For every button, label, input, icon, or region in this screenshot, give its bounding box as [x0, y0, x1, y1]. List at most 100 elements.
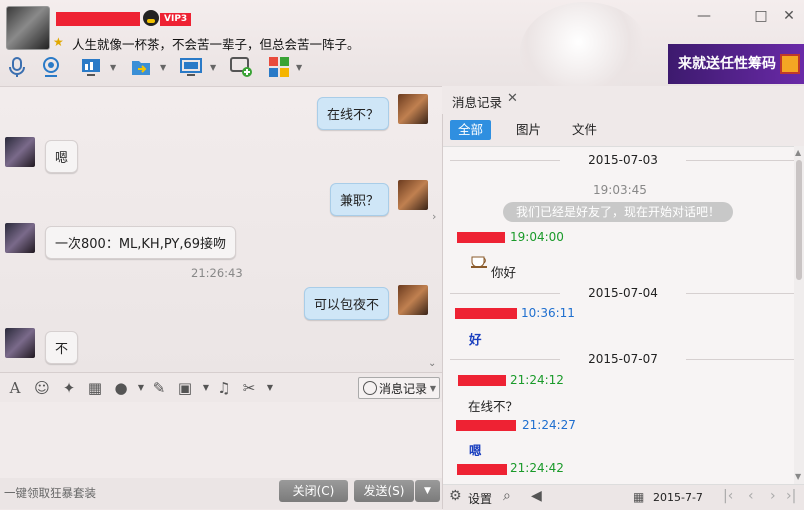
tea-cup-icon: [471, 256, 487, 268]
my-avatar[interactable]: [398, 180, 428, 210]
music-icon[interactable]: ♫: [215, 379, 233, 397]
star-icon: ★: [53, 35, 64, 49]
chevron-down-icon[interactable]: ▼: [197, 379, 215, 397]
history-message[interactable]: 好: [469, 329, 482, 348]
history-timestamp: 21:24:27: [522, 418, 576, 432]
date-label: 2015-07-07: [588, 352, 658, 366]
message-timestamp: 21:26:43: [191, 266, 243, 280]
edit-icon[interactable]: ✎: [150, 379, 168, 397]
filter-all[interactable]: 全部: [450, 120, 492, 140]
history-timestamp: 21:24:42: [510, 461, 564, 475]
tab-message-history[interactable]: 消息记录: [452, 92, 502, 111]
history-timestamp: 19:04:00: [510, 230, 564, 244]
sender-name-redacted: [456, 420, 516, 431]
contact-name-redacted[interactable]: [56, 12, 140, 26]
system-message: 我们已经是好友了，现在开始对话吧！: [503, 202, 733, 222]
send-file-icon[interactable]: [130, 56, 152, 78]
scroll-up-icon[interactable]: ▲: [795, 148, 801, 157]
input-toolbar: A ☺ ✦ ▦ ● ▼ ✎ ▣ ▼ ♫ ✂ ▼ 消息记录 ▼: [0, 372, 442, 403]
date-label: 2015-07-04: [588, 286, 658, 300]
chevron-down-icon: ▼: [429, 384, 436, 393]
history-date-separator: 2015-07-07: [450, 352, 796, 366]
chevron-down-icon[interactable]: ▼: [296, 63, 302, 72]
message-history-button[interactable]: 消息记录 ▼: [358, 377, 440, 399]
filter-files[interactable]: 文件: [564, 120, 605, 140]
message-bubble-incoming[interactable]: 嗯: [45, 140, 79, 173]
maximize-button[interactable]: □: [750, 6, 772, 26]
sender-name-redacted: [458, 375, 506, 386]
sender-name-redacted: [457, 464, 507, 475]
search-icon[interactable]: ⌕: [503, 488, 511, 504]
close-button[interactable]: 关闭(C): [279, 480, 348, 502]
video-call-icon[interactable]: [40, 56, 62, 78]
message-bubble-incoming[interactable]: 不: [45, 331, 79, 364]
message-history-label: 消息记录: [379, 382, 428, 396]
screen-share-icon[interactable]: [180, 56, 202, 78]
chat-message-area[interactable]: 在线不？ 嗯 兼职？ 一次800：ML,KH,PY,69接吻 21:26:43 …: [0, 86, 442, 373]
history-message[interactable]: 嗯: [469, 440, 482, 459]
filter-images[interactable]: 图片: [508, 120, 549, 140]
apps-grid-icon[interactable]: [268, 56, 290, 78]
last-page-icon[interactable]: ›|: [786, 488, 796, 504]
minimize-button[interactable]: —: [693, 6, 715, 26]
sender-name-redacted: [457, 232, 505, 243]
promo-banner[interactable]: 来就送任性筹码: [668, 44, 804, 84]
scroll-down-icon[interactable]: ▼: [795, 472, 801, 481]
history-filter-bar: [443, 114, 804, 147]
chevron-down-icon[interactable]: ▼: [261, 379, 279, 397]
send-options-dropdown[interactable]: ▼: [415, 480, 440, 502]
scissors-icon[interactable]: ✂: [240, 379, 258, 397]
history-date-picker[interactable]: 2015-7-7: [653, 491, 703, 504]
calendar-icon[interactable]: ▦: [633, 490, 644, 504]
contact-avatar-small[interactable]: [5, 223, 35, 253]
history-timestamp: 19:03:45: [593, 183, 647, 197]
speaker-icon[interactable]: ◀: [531, 488, 542, 504]
chevron-down-icon[interactable]: ▼: [110, 63, 116, 72]
my-avatar[interactable]: [398, 285, 428, 315]
chevron-down-icon[interactable]: ▼: [160, 63, 166, 72]
history-date-separator: 2015-07-03: [450, 153, 796, 167]
scrollbar-thumb[interactable]: [796, 160, 802, 280]
promo-hint-link[interactable]: 一键领取狂暴套装: [4, 485, 96, 501]
chevron-down-icon[interactable]: ▼: [210, 63, 216, 72]
message-bubble-outgoing[interactable]: 在线不？: [316, 97, 389, 130]
gift-icon: [780, 54, 800, 74]
clock-icon: [363, 381, 377, 395]
message-bubble-outgoing[interactable]: 可以包夜不: [303, 287, 389, 320]
history-message[interactable]: 你好: [491, 262, 516, 281]
close-tab-icon[interactable]: ✕: [507, 91, 518, 106]
promo-text: 来就送任性筹码: [678, 56, 776, 72]
my-avatar[interactable]: [398, 94, 428, 124]
remote-desktop-icon[interactable]: [80, 56, 102, 78]
video-clip-icon[interactable]: ▦: [86, 379, 104, 397]
message-bubble-incoming[interactable]: 一次800：ML,KH,PY,69接吻: [45, 226, 237, 259]
send-button[interactable]: 发送(S): [354, 480, 414, 502]
vip-badge[interactable]: VIP3: [160, 13, 192, 26]
message-bubble-outgoing[interactable]: 兼职？: [329, 183, 389, 216]
date-label: 2015-07-03: [588, 153, 658, 167]
first-page-icon[interactable]: |‹: [723, 488, 733, 504]
emoji-icon[interactable]: ☺: [33, 379, 51, 397]
microphone-icon[interactable]: ●: [112, 379, 130, 397]
next-page-icon[interactable]: ›: [770, 488, 776, 504]
contact-avatar[interactable]: [6, 6, 50, 50]
history-message[interactable]: 在线不？: [468, 396, 518, 415]
message-input[interactable]: [0, 402, 442, 478]
history-date-separator: 2015-07-04: [450, 286, 796, 300]
prev-page-icon[interactable]: ‹: [748, 488, 754, 504]
sender-name-redacted: [455, 308, 517, 319]
scroll-down-icon[interactable]: ⌄: [428, 358, 436, 369]
voice-call-icon[interactable]: [6, 56, 28, 78]
group-chat-icon[interactable]: [230, 56, 252, 78]
gear-icon[interactable]: ⚙: [449, 488, 462, 504]
magic-wand-icon[interactable]: ✦: [60, 379, 78, 397]
image-icon[interactable]: ▣: [176, 379, 194, 397]
contact-avatar-small[interactable]: [5, 137, 35, 167]
contact-signature: 人生就像一杯茶，不会苦一辈子，但总会苦一阵子。: [72, 37, 360, 52]
collapse-panel-handle[interactable]: ›: [432, 210, 442, 240]
chevron-down-icon[interactable]: ▼: [132, 379, 150, 397]
font-icon[interactable]: A: [6, 379, 24, 397]
close-window-button[interactable]: ✕: [778, 6, 800, 26]
settings-label[interactable]: 设置: [468, 490, 492, 507]
contact-avatar-small[interactable]: [5, 328, 35, 358]
